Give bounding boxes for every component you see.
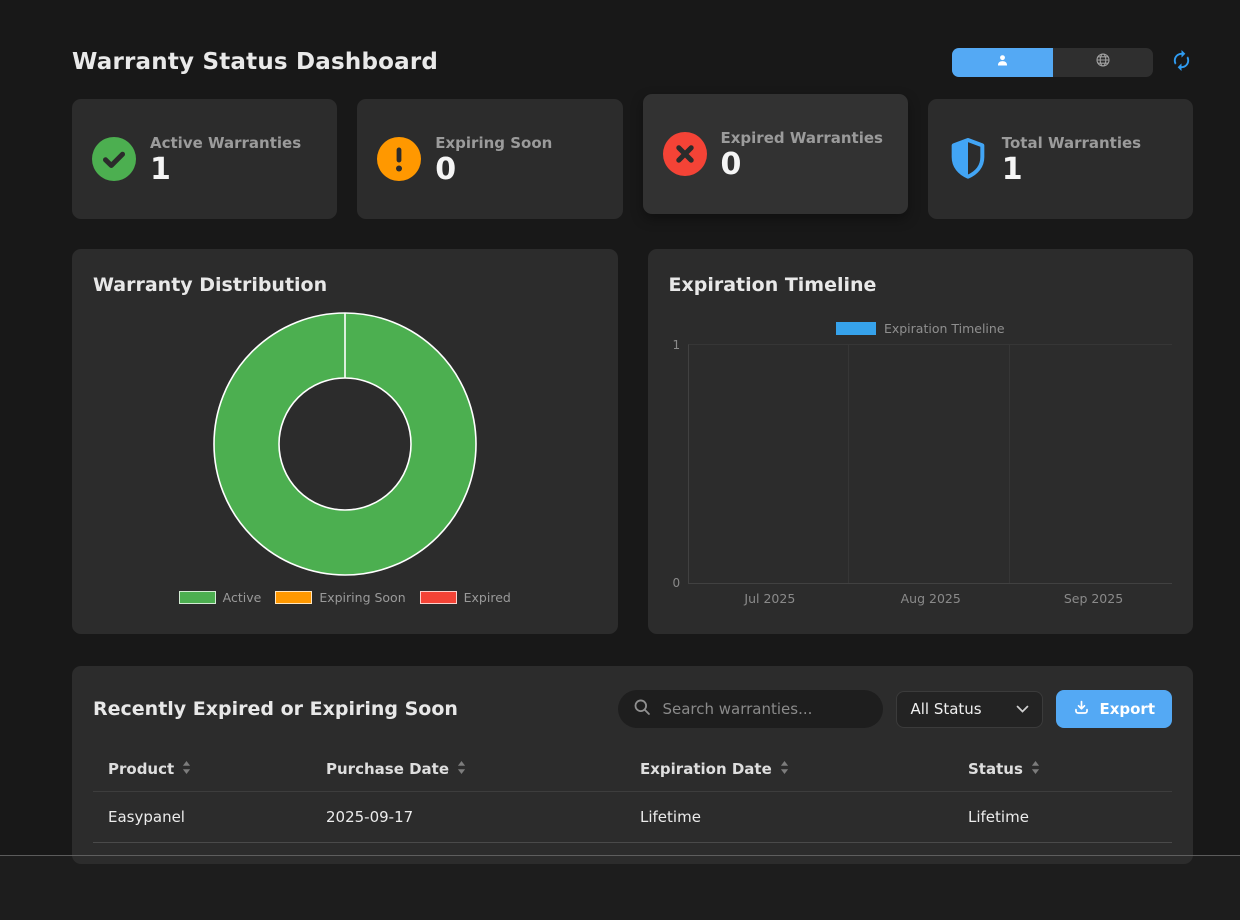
stat-label: Expired Warranties: [721, 129, 883, 147]
stat-card-expired: Expired Warranties 0: [643, 94, 908, 214]
stat-label: Active Warranties: [150, 134, 301, 152]
stat-value: 0: [721, 150, 883, 180]
x-axis-tick: Aug 2025: [901, 591, 961, 606]
stat-card-active: Active Warranties 1: [72, 99, 337, 219]
expiration-timeline-card: Expiration Timeline Expiration Timeline …: [648, 249, 1194, 634]
column-label: Product: [108, 760, 174, 778]
legend-label: Expired: [464, 590, 511, 605]
horizontal-divider-overlay: [0, 855, 1240, 856]
view-toggle[interactable]: [952, 48, 1153, 77]
warranty-table-card: Recently Expired or Expiring Soon All St…: [72, 666, 1193, 864]
doughnut-legend: Active Expiring Soon Expired: [179, 590, 511, 605]
stat-value: 1: [1002, 155, 1141, 185]
alert-circle-icon: [377, 137, 421, 181]
x-circle-icon: [663, 132, 707, 176]
timeline-plot: 1 0 Jul 2025 Aug 2025 Sep 2025: [688, 344, 1173, 584]
cell-product: Easypanel: [93, 808, 311, 826]
table-title: Recently Expired or Expiring Soon: [93, 698, 618, 720]
export-label: Export: [1099, 700, 1155, 718]
chart-title: Expiration Timeline: [669, 274, 1173, 296]
shield-icon: [948, 137, 988, 181]
legend-swatch-blue: [836, 322, 876, 335]
legend-swatch-green: [179, 591, 216, 604]
table-row[interactable]: Easypanel 2025-09-17 Lifetime Lifetime: [93, 792, 1172, 843]
cell-status: Lifetime: [953, 808, 1172, 826]
y-axis-tick: 1: [673, 338, 681, 352]
column-header-product[interactable]: Product: [93, 760, 311, 778]
warranty-distribution-card: Warranty Distribution Active Expiring So…: [72, 249, 618, 634]
search-icon: [633, 698, 651, 720]
toggle-option-globe[interactable]: [1053, 48, 1154, 77]
gridline: [1009, 345, 1010, 583]
user-icon: [995, 53, 1010, 72]
stat-text: Active Warranties 1: [150, 134, 301, 185]
warranty-table: Product Purchase Date Expiration Date St…: [93, 754, 1172, 843]
gridline: [848, 345, 849, 583]
legend-swatch-orange: [275, 591, 312, 604]
chart-title: Warranty Distribution: [93, 274, 597, 296]
column-label: Status: [968, 760, 1023, 778]
status-filter-value: All Status: [910, 700, 981, 718]
column-header-purchase-date[interactable]: Purchase Date: [311, 760, 625, 778]
export-button[interactable]: Export: [1056, 690, 1172, 728]
sort-icon: [780, 760, 789, 778]
lower-background-strip: [0, 855, 1240, 920]
check-circle-icon: [92, 137, 136, 181]
legend-label: Expiration Timeline: [884, 321, 1005, 336]
cell-purchase-date: 2025-09-17: [311, 808, 625, 826]
timeline-legend[interactable]: Expiration Timeline: [669, 321, 1173, 335]
stat-text: Expiring Soon 0: [435, 134, 552, 185]
column-header-expiration-date[interactable]: Expiration Date: [625, 760, 953, 778]
sort-icon: [457, 760, 466, 778]
globe-icon: [1095, 52, 1111, 72]
table-head: Product Purchase Date Expiration Date St…: [93, 754, 1172, 792]
stat-card-expiring: Expiring Soon 0: [357, 99, 622, 219]
search-input[interactable]: [660, 699, 868, 719]
legend-item-active[interactable]: Active: [179, 590, 262, 605]
stat-value: 0: [435, 155, 552, 185]
column-header-status[interactable]: Status: [953, 760, 1172, 778]
sync-icon: [1170, 49, 1193, 75]
sort-icon: [182, 760, 191, 778]
legend-label: Active: [223, 590, 262, 605]
legend-item-expired[interactable]: Expired: [420, 590, 511, 605]
stat-text: Expired Warranties 0: [721, 129, 883, 180]
column-label: Expiration Date: [640, 760, 772, 778]
table-header-row: Recently Expired or Expiring Soon All St…: [93, 690, 1172, 728]
status-filter-select[interactable]: All Status: [896, 691, 1043, 728]
legend-label: Expiring Soon: [319, 590, 405, 605]
column-label: Purchase Date: [326, 760, 449, 778]
chevron-down-icon: [1016, 700, 1029, 718]
header-actions: [952, 48, 1193, 77]
stat-card-total: Total Warranties 1: [928, 99, 1193, 219]
refresh-button[interactable]: [1170, 49, 1193, 75]
download-icon: [1073, 699, 1090, 720]
cell-expiration-date: Lifetime: [625, 808, 953, 826]
legend-swatch-red: [420, 591, 457, 604]
stat-label: Total Warranties: [1002, 134, 1141, 152]
sort-icon: [1031, 760, 1040, 778]
search-box[interactable]: [618, 690, 883, 728]
stat-text: Total Warranties 1: [1002, 134, 1141, 185]
doughnut-chart: Active Expiring Soon Expired: [93, 296, 597, 605]
stat-label: Expiring Soon: [435, 134, 552, 152]
stat-cards: Active Warranties 1 Expiring Soon 0 Expi…: [72, 99, 1193, 219]
x-axis-tick: Jul 2025: [744, 591, 795, 606]
charts-row: Warranty Distribution Active Expiring So…: [72, 249, 1193, 634]
header: Warranty Status Dashboard: [72, 0, 1193, 62]
doughnut-graphic: [212, 311, 478, 577]
legend-item-expiring[interactable]: Expiring Soon: [275, 590, 405, 605]
stat-value: 1: [150, 155, 301, 185]
dashboard-content: Warranty Status Dashboard: [72, 0, 1193, 864]
x-axis-tick: Sep 2025: [1064, 591, 1123, 606]
toggle-option-user[interactable]: [952, 48, 1053, 77]
plot-area: 1 0: [688, 344, 1173, 584]
table-controls: All Status Export: [618, 690, 1172, 728]
y-axis-tick: 0: [673, 576, 681, 590]
page-title: Warranty Status Dashboard: [72, 49, 438, 75]
